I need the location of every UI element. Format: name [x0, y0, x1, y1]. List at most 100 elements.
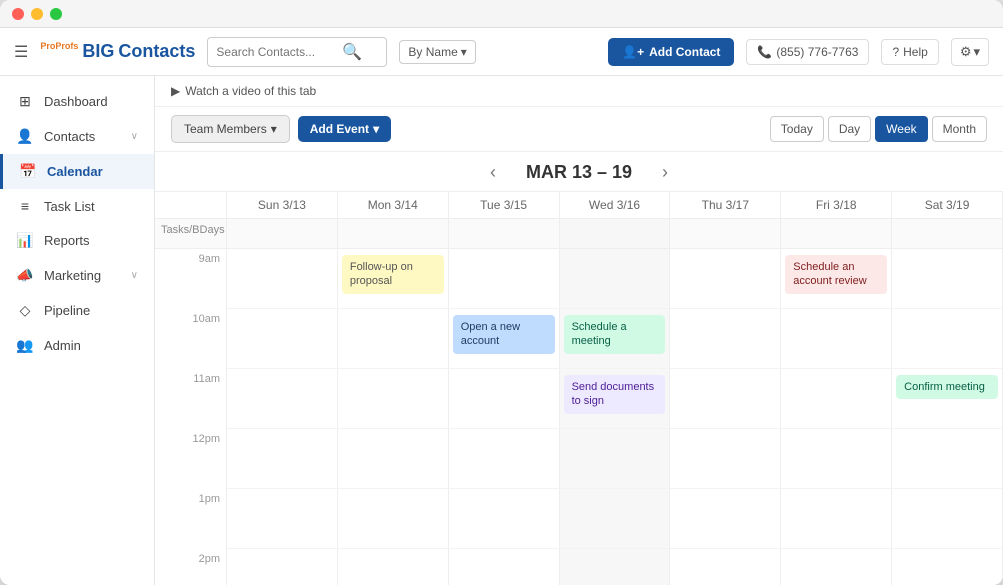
time-cell-sun-1[interactable] [227, 489, 338, 549]
prev-week-button[interactable]: ‹ [490, 162, 496, 183]
sidebar-item-reports[interactable]: 📊 Reports [0, 223, 154, 258]
time-cell-thu-11[interactable] [670, 369, 781, 429]
today-button[interactable]: Today [770, 116, 824, 142]
tasks-cell-fri [781, 219, 892, 249]
team-members-button[interactable]: Team Members ▾ [171, 115, 290, 143]
sidebar-item-admin[interactable]: 👥 Admin [0, 328, 154, 363]
dashboard-icon: ⊞ [16, 93, 34, 110]
sidebar-item-label: Task List [44, 199, 95, 214]
time-cell-thu-9[interactable] [670, 249, 781, 309]
chevron-down-icon: ∨ [131, 131, 138, 142]
search-input[interactable] [216, 45, 336, 59]
content-area: ▶ Watch a video of this tab Team Members… [155, 76, 1003, 585]
time-cell-sat-11[interactable]: Confirm meeting [892, 369, 1003, 429]
time-cell-sun-10[interactable] [227, 309, 338, 369]
event-confirm-meeting[interactable]: Confirm meeting [896, 375, 998, 399]
event-follow-up[interactable]: Follow-up on proposal [342, 255, 444, 294]
time-cell-sun-12[interactable] [227, 429, 338, 489]
time-cell-tue-10[interactable]: Open a new account [449, 309, 560, 369]
menu-icon[interactable]: ☰ [14, 42, 28, 62]
minimize-button[interactable] [31, 8, 43, 20]
time-cell-tue-12[interactable] [449, 429, 560, 489]
search-bar[interactable]: 🔍 [207, 37, 387, 67]
event-open-account[interactable]: Open a new account [453, 315, 555, 354]
time-cell-thu-12[interactable] [670, 429, 781, 489]
time-cell-mon-11[interactable] [338, 369, 449, 429]
tasks-cell-thu [670, 219, 781, 249]
sidebar-item-calendar[interactable]: 📅 Calendar [0, 154, 154, 189]
time-cell-mon-1[interactable] [338, 489, 449, 549]
time-cell-sun-11[interactable] [227, 369, 338, 429]
time-cell-fri-11[interactable] [781, 369, 892, 429]
tasks-cell-wed [560, 219, 671, 249]
time-cell-fri-9[interactable]: Schedule an account review [781, 249, 892, 309]
time-cell-sat-2[interactable] [892, 549, 1003, 585]
calendar-icon: 📅 [19, 163, 37, 180]
sidebar-item-contacts[interactable]: 👤 Contacts ∨ [0, 119, 154, 154]
col-header-tue: Tue 3/15 [449, 192, 560, 219]
content-topbar: ▶ Watch a video of this tab [155, 76, 1003, 107]
time-label-11am: 11am [155, 369, 227, 429]
watch-video-link[interactable]: ▶ Watch a video of this tab [171, 84, 316, 106]
time-cell-sat-9[interactable] [892, 249, 1003, 309]
chevron-down-icon: ▾ [271, 122, 277, 136]
event-schedule-account[interactable]: Schedule an account review [785, 255, 887, 294]
month-button[interactable]: Month [932, 116, 987, 142]
time-cell-fri-10[interactable] [781, 309, 892, 369]
pipeline-icon: ◇ [16, 302, 34, 319]
time-cell-sat-10[interactable] [892, 309, 1003, 369]
tasks-cell-sun [227, 219, 338, 249]
week-button[interactable]: Week [875, 116, 927, 142]
time-cell-mon-12[interactable] [338, 429, 449, 489]
add-event-button[interactable]: Add Event ▾ [298, 116, 391, 142]
time-cell-mon-9[interactable]: Follow-up on proposal [338, 249, 449, 309]
day-button[interactable]: Day [828, 116, 871, 142]
settings-button[interactable]: ⚙ ▾ [951, 38, 989, 66]
tasks-label: Tasks/BDays [155, 219, 227, 249]
time-cell-thu-10[interactable] [670, 309, 781, 369]
maximize-button[interactable] [50, 8, 62, 20]
help-button[interactable]: ? Help [881, 39, 938, 65]
sidebar-item-task-list[interactable]: ≡ Task List [0, 189, 154, 223]
time-cell-wed-12[interactable] [560, 429, 671, 489]
task-list-icon: ≡ [16, 198, 34, 214]
logo-contacts-label: Contacts [118, 41, 195, 62]
time-cell-mon-2[interactable] [338, 549, 449, 585]
add-contact-button[interactable]: 👤+ Add Contact [608, 38, 734, 66]
sidebar-item-dashboard[interactable]: ⊞ Dashboard [0, 84, 154, 119]
time-cell-sat-1[interactable] [892, 489, 1003, 549]
sidebar-item-label: Admin [44, 338, 81, 353]
time-cell-wed-9[interactable] [560, 249, 671, 309]
col-header-mon: Mon 3/14 [338, 192, 449, 219]
time-cell-thu-1[interactable] [670, 489, 781, 549]
time-cell-wed-1[interactable] [560, 489, 671, 549]
phone-link[interactable]: 📞 (855) 776-7763 [746, 39, 869, 65]
time-cell-fri-2[interactable] [781, 549, 892, 585]
sidebar-item-label: Reports [44, 233, 90, 248]
time-cell-thu-2[interactable] [670, 549, 781, 585]
time-cell-tue-11[interactable] [449, 369, 560, 429]
close-button[interactable] [12, 8, 24, 20]
time-cell-wed-2[interactable] [560, 549, 671, 585]
sidebar-item-pipeline[interactable]: ◇ Pipeline [0, 293, 154, 328]
time-cell-fri-1[interactable] [781, 489, 892, 549]
event-schedule-meeting[interactable]: Schedule a meeting [564, 315, 666, 354]
time-cell-tue-1[interactable] [449, 489, 560, 549]
by-name-dropdown[interactable]: By Name ▾ [399, 40, 475, 64]
time-cell-wed-11[interactable]: Send documents to sign [560, 369, 671, 429]
time-cell-sun-2[interactable] [227, 549, 338, 585]
time-cell-sat-12[interactable] [892, 429, 1003, 489]
team-members-label: Team Members [184, 122, 267, 136]
calendar-area: ‹ MAR 13 – 19 › Sun 3/13 Mon 3/14 Tue 3/… [155, 152, 1003, 585]
time-cell-sun-9[interactable] [227, 249, 338, 309]
next-week-button[interactable]: › [662, 162, 668, 183]
logo-big-label: BIG [82, 41, 114, 62]
time-cell-fri-12[interactable] [781, 429, 892, 489]
time-cell-tue-2[interactable] [449, 549, 560, 585]
event-send-docs[interactable]: Send documents to sign [564, 375, 666, 414]
time-cell-mon-10[interactable] [338, 309, 449, 369]
chevron-down-icon: ∨ [131, 270, 138, 281]
time-cell-tue-9[interactable] [449, 249, 560, 309]
time-cell-wed-10[interactable]: Schedule a meeting [560, 309, 671, 369]
sidebar-item-marketing[interactable]: 📣 Marketing ∨ [0, 258, 154, 293]
